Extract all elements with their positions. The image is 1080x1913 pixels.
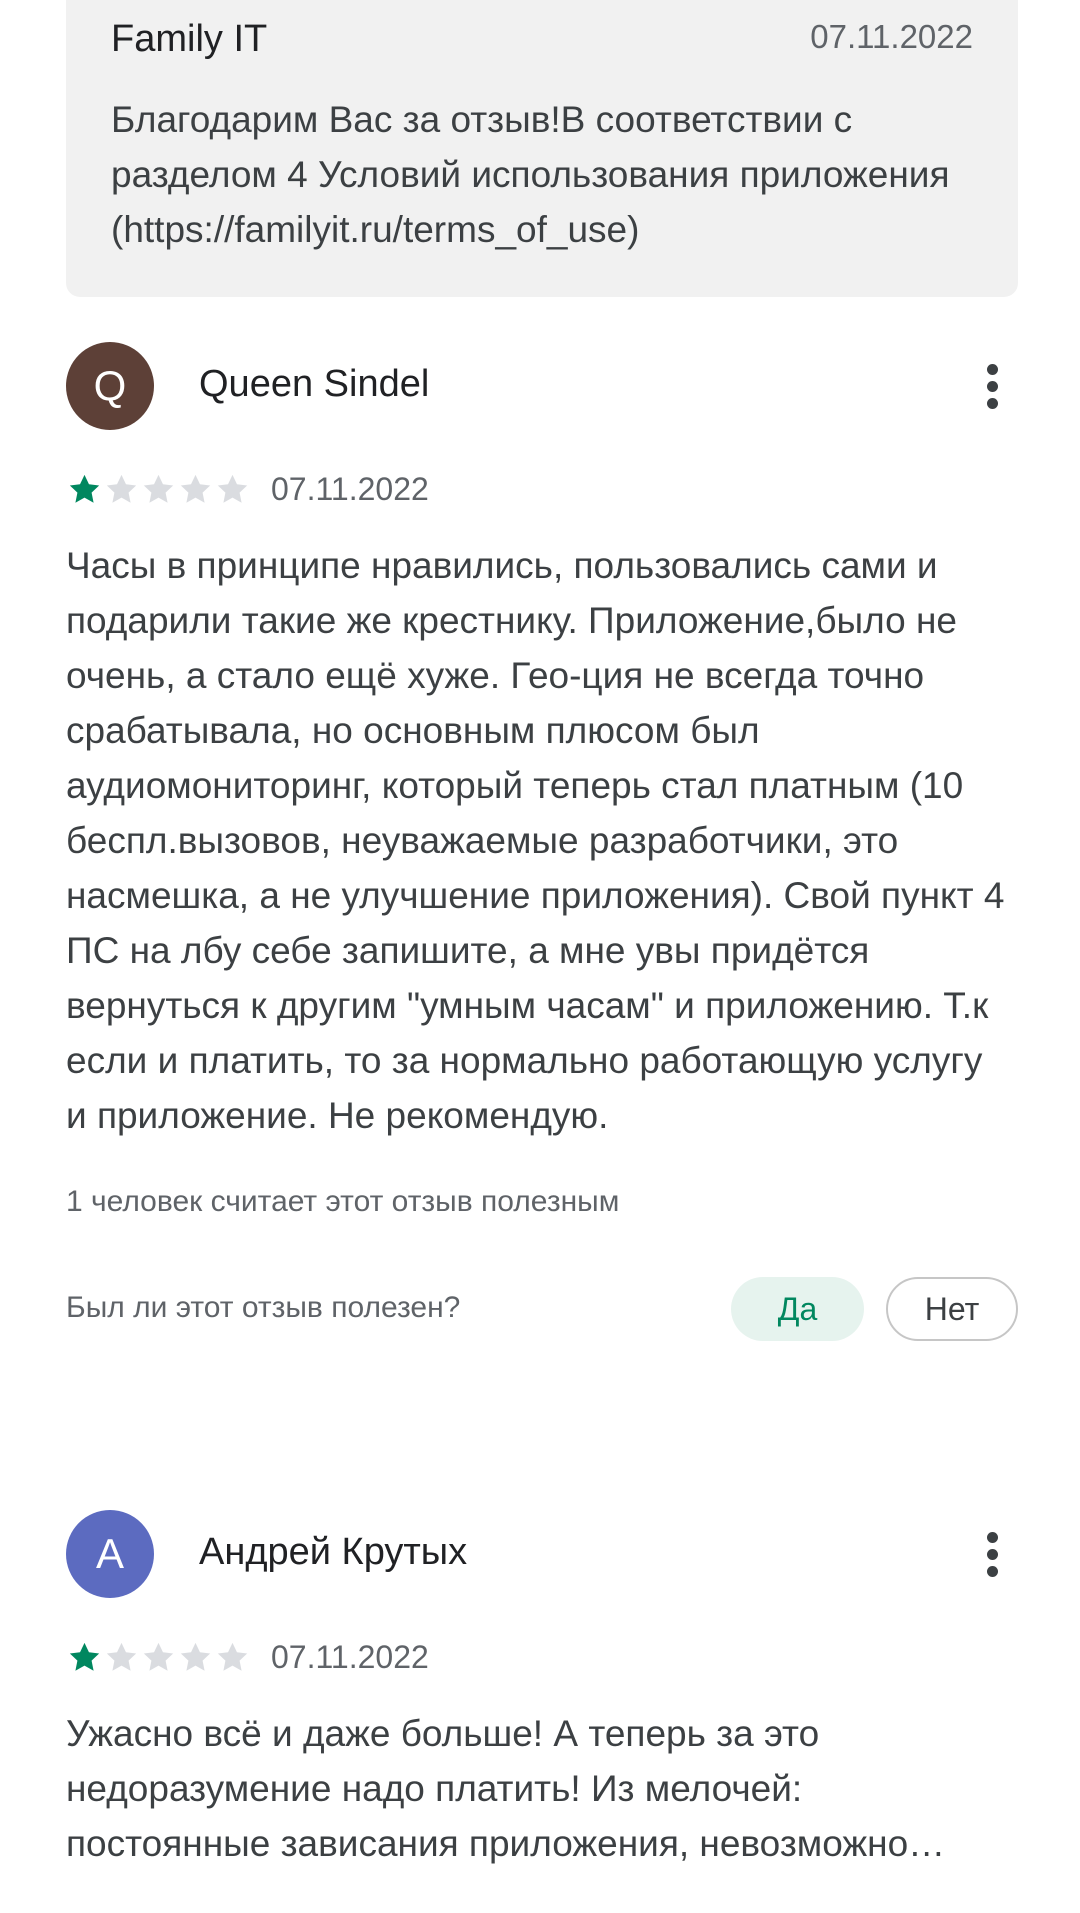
star-empty-icon xyxy=(143,474,174,503)
avatar: А xyxy=(66,1510,154,1598)
more-options-button[interactable] xyxy=(966,346,1018,426)
star-empty-icon xyxy=(143,1642,174,1671)
avatar: Q xyxy=(66,342,154,430)
helpful-row: Был ли этот отзыв полезен? Да Нет xyxy=(66,1277,1018,1343)
review-date: 07.11.2022 xyxy=(271,1639,429,1675)
helpful-count: 1 человек считает этот отзыв полезным xyxy=(66,1185,620,1218)
star-empty-icon xyxy=(106,474,137,503)
helpful-yes-button[interactable]: Да xyxy=(731,1277,864,1341)
reply-author: Family IT xyxy=(111,18,268,60)
developer-reply-card: Family IT 07.11.2022 Благодарим Вас за о… xyxy=(66,0,1018,297)
review-text: Ужасно всё и даже больше! А теперь за эт… xyxy=(66,1713,946,1864)
review-card: Q Queen Sindel 07.11.2022 Часы в принцип… xyxy=(66,342,1018,1343)
reviewer-name: Андрей Крутых xyxy=(199,1531,468,1573)
star-rating xyxy=(66,1639,251,1676)
review-header: А Андрей Крутых xyxy=(66,1510,1018,1598)
star-rating xyxy=(66,471,251,508)
star-empty-icon xyxy=(217,474,248,503)
star-filled-icon xyxy=(69,474,100,503)
reply-text: Благодарим Вас за отзыв!В соответствии с… xyxy=(111,99,950,250)
star-filled-icon xyxy=(69,1642,100,1671)
review-card: А Андрей Крутых 07.11.2022 Ужасно всё и … xyxy=(66,1510,1018,1871)
more-options-button[interactable] xyxy=(966,1514,1018,1594)
star-empty-icon xyxy=(217,1642,248,1671)
helpful-question: Был ли этот отзыв полезен? xyxy=(66,1291,461,1324)
rating-row: 07.11.2022 xyxy=(66,470,1018,510)
review-text: Часы в принципе нравились, пользовались … xyxy=(66,545,1005,1136)
helpful-no-button[interactable]: Нет xyxy=(886,1277,1018,1341)
review-header: Q Queen Sindel xyxy=(66,342,1018,430)
star-empty-icon xyxy=(106,1642,137,1671)
reviewer-name: Queen Sindel xyxy=(199,363,430,405)
star-empty-icon xyxy=(180,1642,211,1671)
star-empty-icon xyxy=(180,474,211,503)
reply-date: 07.11.2022 xyxy=(810,18,973,55)
rating-row: 07.11.2022 xyxy=(66,1638,1018,1678)
review-date: 07.11.2022 xyxy=(271,471,429,507)
